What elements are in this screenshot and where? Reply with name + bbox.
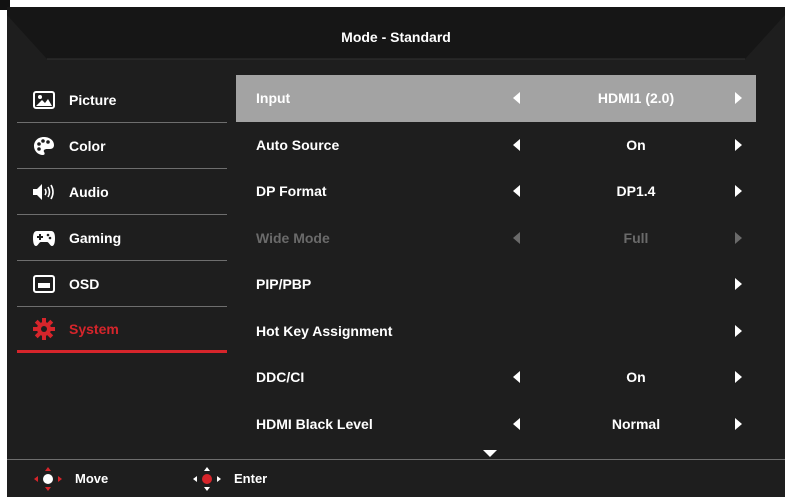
arrow-right-icon[interactable] (735, 417, 742, 430)
sidebar: Picture Color Audio Gaming OSD System (17, 77, 227, 353)
setting-row-pip-pbp[interactable]: PIP/PBP (236, 261, 756, 308)
joystick-enter-icon (193, 466, 221, 491)
setting-row-hdmi-black-level[interactable]: HDMI Black Level Normal (236, 401, 756, 448)
setting-label: Wide Mode (256, 229, 330, 246)
setting-value: On (626, 369, 646, 386)
sidebar-item-audio[interactable]: Audio (17, 169, 227, 215)
page-title: Mode - Standard (341, 29, 451, 45)
setting-value: DP1.4 (616, 183, 656, 200)
move-hint: Move (31, 460, 108, 497)
arrow-left-icon[interactable] (513, 138, 520, 151)
scroll-down-icon[interactable] (483, 450, 497, 457)
arrow-left-icon[interactable] (513, 371, 520, 384)
setting-value: Normal (611, 415, 661, 432)
sidebar-item-label: Color (69, 137, 106, 154)
mode-header: Mode - Standard (7, 7, 785, 67)
osd-window-icon (31, 274, 57, 294)
footer: Move Enter (7, 460, 785, 497)
enter-label: Enter (234, 471, 268, 486)
gamepad-icon (31, 228, 57, 248)
settings-list: Input HDMI1 (2.0) Auto Source On DP Form… (236, 75, 756, 447)
setting-label: Hot Key Assignment (256, 322, 393, 339)
arrow-left-icon[interactable] (513, 92, 520, 105)
setting-row-hot-key-assignment[interactable]: Hot Key Assignment (236, 308, 756, 355)
arrow-right-icon[interactable] (735, 278, 742, 291)
enter-hint: Enter (190, 460, 267, 497)
sidebar-item-label: Picture (69, 91, 117, 108)
setting-label: DDC/CI (256, 369, 305, 386)
arrow-right-icon (735, 231, 742, 244)
setting-value: Full (623, 229, 649, 246)
arrow-right-icon[interactable] (735, 185, 742, 198)
arrow-right-icon[interactable] (735, 371, 742, 384)
arrow-right-icon[interactable] (735, 324, 742, 337)
setting-label: DP Format (256, 183, 327, 200)
setting-value: On (626, 136, 646, 153)
arrow-left-icon (513, 231, 520, 244)
sidebar-item-picture[interactable]: Picture (17, 77, 227, 123)
sidebar-item-osd[interactable]: OSD (17, 261, 227, 307)
arrow-left-icon[interactable] (513, 417, 520, 430)
sidebar-item-system[interactable]: System (17, 307, 227, 353)
arrow-right-icon[interactable] (735, 138, 742, 151)
setting-row-input[interactable]: Input HDMI1 (2.0) (236, 75, 756, 122)
palette-icon (31, 136, 57, 156)
setting-label: HDMI Black Level (256, 415, 373, 432)
osd-menu: Mode - Standard Picture Color Audio Gami… (7, 7, 785, 497)
sidebar-item-color[interactable]: Color (17, 123, 227, 169)
arrow-left-icon[interactable] (513, 185, 520, 198)
setting-row-ddc-ci[interactable]: DDC/CI On (236, 354, 756, 401)
setting-value: HDMI1 (2.0) (597, 90, 675, 107)
setting-row-auto-source[interactable]: Auto Source On (236, 122, 756, 169)
picture-icon (31, 90, 57, 110)
setting-label: PIP/PBP (256, 276, 312, 293)
sidebar-item-label: Gaming (69, 229, 122, 246)
speaker-icon (31, 182, 57, 202)
setting-label: Auto Source (256, 136, 340, 153)
arrow-right-icon[interactable] (735, 92, 742, 105)
setting-row-dp-format[interactable]: DP Format DP1.4 (236, 168, 756, 215)
sidebar-item-label: Audio (69, 183, 109, 200)
sidebar-item-gaming[interactable]: Gaming (17, 215, 227, 261)
sidebar-item-label: System (69, 320, 119, 337)
move-label: Move (75, 471, 109, 486)
setting-label: Input (256, 90, 291, 107)
setting-row-wide-mode: Wide Mode Full (236, 215, 756, 262)
joystick-move-icon (34, 466, 62, 491)
gear-icon (31, 317, 57, 340)
sidebar-item-label: OSD (69, 275, 100, 292)
